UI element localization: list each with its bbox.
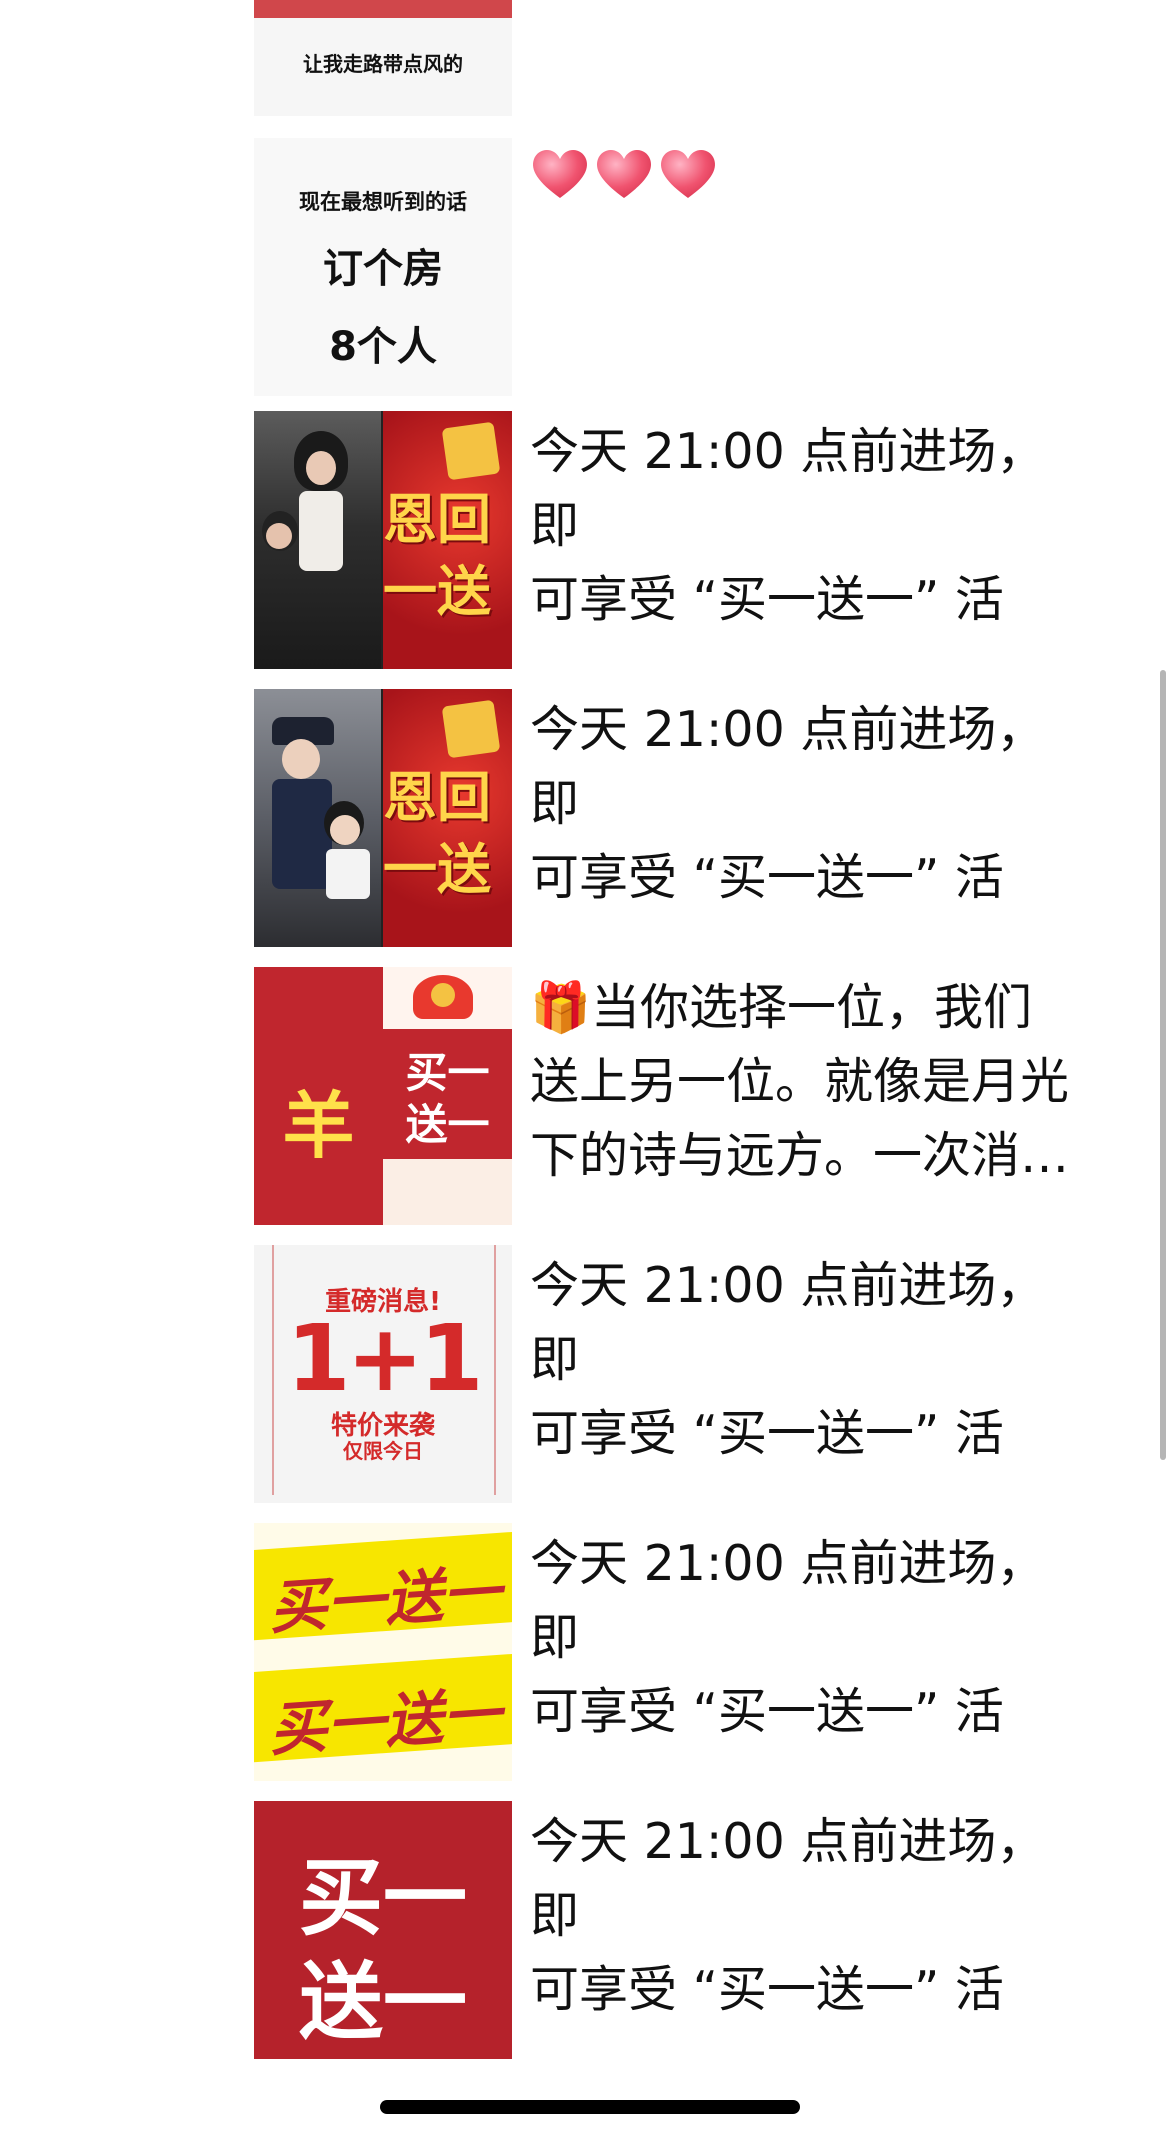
- card-line-1: 订个房: [323, 246, 443, 292]
- thumbnail-photo-promo[interactable]: 恩回 一送: [254, 689, 512, 947]
- banner-text-1: 买一送一: [266, 1557, 504, 1642]
- red-left-panel: 羊: [254, 967, 383, 1225]
- post-text[interactable]: 今天 21:00 点前进场，即 可享受 “买一送一” 活动、 只限 21:00 …: [530, 1805, 1080, 2027]
- thumbnail-one-plus-one[interactable]: 重磅消息! 1+1 特价来袭 仅限今日: [254, 1245, 512, 1503]
- feed-item-order-room[interactable]: 现在最想听到的话 订个房 8个人: [254, 138, 1104, 396]
- photo-left: [254, 689, 381, 947]
- banner-band-2: 买一送一: [254, 1653, 512, 1764]
- feed-item-post-4[interactable]: 重磅消息! 1+1 特价来袭 仅限今日 今天 21:00 点前进场，即 可享受 …: [254, 1245, 1104, 1503]
- one-plus-one-text: 1+1: [286, 1305, 483, 1412]
- promo-yi-song: 一送: [383, 559, 491, 623]
- post-text[interactable]: 今天 21:00 点前进场，即 可享受 “买一送一” 活动、 只限 21:00 …: [530, 1527, 1080, 1749]
- red-headline-fragment: [254, 0, 512, 18]
- post-text[interactable]: 今天 21:00 点前进场，即 可享受 “买一送一” 活动、 只限 21:00 …: [530, 693, 1080, 915]
- thumbnail-red-promo[interactable]: 羊 买一 送一: [254, 967, 512, 1225]
- heart-icon: [597, 149, 651, 198]
- feed-item-post-6[interactable]: 买一 送一 今天 21:00 点前进场，即 可享受 “买一送一” 活动、 只限 …: [254, 1801, 1104, 2059]
- today-only-text: 仅限今日: [343, 1439, 423, 1463]
- red-right-line-2: 送一: [405, 1100, 490, 1149]
- bow-area: [383, 967, 512, 1029]
- post-text[interactable]: 今天 21:00 点前进场，即 可享受 “买一送一” 活动、 只限 21:00 …: [530, 415, 1080, 637]
- block-line-1: 买一: [298, 1849, 467, 1947]
- home-indicator[interactable]: [380, 2100, 800, 2114]
- heart-icon: [533, 149, 587, 198]
- banner-text-2: 买一送一: [266, 1679, 504, 1764]
- post-text[interactable]: 🎁当你选择一位，我们 送上另一位。就像是月光 下的诗与远方。一次消…: [530, 971, 1080, 1193]
- promo-yi-song: 一送: [383, 837, 491, 901]
- feed-item-top[interactable]: 让我走路带点风的: [254, 0, 1104, 116]
- banner-band-1: 买一送一: [254, 1531, 512, 1642]
- heart-icon: [661, 149, 715, 198]
- top-card-caption: 让我走路带点风的: [303, 52, 463, 76]
- bottom-panel: [383, 1159, 512, 1225]
- thumbnail-red-block[interactable]: 买一 送一: [254, 1801, 512, 2059]
- feed-item-post-2[interactable]: 恩回 一送 今天 21:00 点前进场，即 可享受 “买一送一” 活动、 只限 …: [254, 689, 1104, 947]
- post-text[interactable]: 今天 21:00 点前进场，即 可享受 “买一送一” 活动、 只限 21:00 …: [530, 1249, 1080, 1471]
- block-line-2: 送一: [298, 1953, 467, 2051]
- promo-en-hui: 恩回: [383, 765, 491, 829]
- thumbnail-caption-card[interactable]: 让我走路带点风的: [254, 0, 512, 116]
- feed-item-post-5[interactable]: 买一送一 买一送一 今天 21:00 点前进场，即 可享受 “买一送一” 活动、…: [254, 1523, 1104, 1781]
- feed-item-post-1[interactable]: 恩回 一送 今天 21:00 点前进场，即 可享受 “买一送一” 活动、 只限 …: [254, 411, 1104, 669]
- thumbnail-yellow-banner[interactable]: 买一送一 买一送一: [254, 1523, 512, 1781]
- scrollbar[interactable]: [1160, 670, 1166, 1460]
- thumbnail-text-card[interactable]: 现在最想听到的话 订个房 8个人: [254, 138, 512, 396]
- red-left-char: 羊: [282, 1084, 355, 1168]
- feed-item-post-3[interactable]: 羊 买一 送一 🎁当你选择一位，我们 送上另一位。就像是月光 下的诗与远方。一次…: [254, 967, 1104, 1225]
- red-right-panel: 买一 送一: [383, 1029, 512, 1159]
- thumbnail-photo-promo[interactable]: 恩回 一送: [254, 411, 512, 669]
- promo-panel: 恩回 一送: [383, 411, 512, 669]
- card-line-2: 8个人: [329, 324, 437, 370]
- promo-en-hui: 恩回: [383, 487, 491, 551]
- photo-left: [254, 411, 381, 669]
- card-intro-text: 现在最想听到的话: [299, 190, 467, 214]
- hearts-reaction: [530, 146, 718, 200]
- chat-feed-page: 让我走路带点风的 现在最想听到的话 订个房 8个人 恩回 一送 今天 21:00…: [0, 0, 1170, 2131]
- promo-panel: 恩回 一送: [383, 689, 512, 947]
